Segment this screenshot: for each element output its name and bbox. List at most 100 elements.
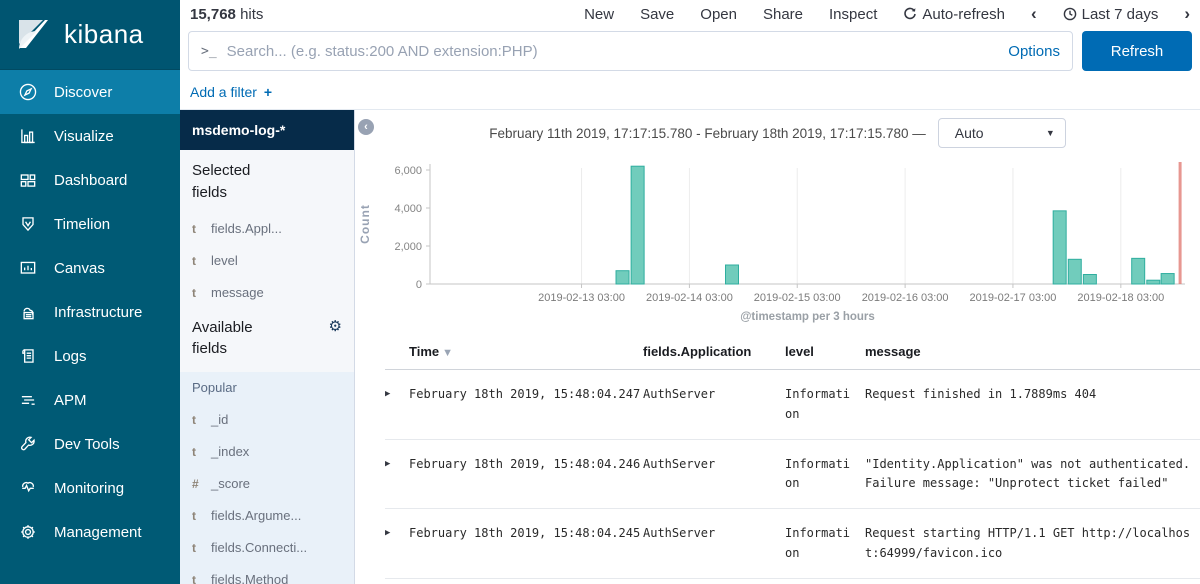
svg-text:Count: Count: [358, 204, 372, 244]
histogram-bar[interactable]: [1053, 211, 1066, 284]
field-item-fields-method[interactable]: tfields.Method: [192, 572, 342, 584]
cell-level: Information: [785, 524, 853, 564]
svg-text:2019-02-14 03:00: 2019-02-14 03:00: [646, 292, 733, 304]
svg-text:2019-02-18 03:00: 2019-02-18 03:00: [1077, 292, 1164, 304]
hits-label: hits: [240, 6, 263, 23]
timelion-icon: [18, 214, 38, 234]
sidebar-item-canvas[interactable]: Canvas: [0, 246, 180, 290]
histogram-bar[interactable]: [1083, 275, 1096, 285]
dashboard-grid-icon: [18, 170, 38, 190]
sidebar-item-label: Logs: [54, 348, 87, 365]
refresh-cycle-icon: [903, 7, 917, 21]
interval-select[interactable]: Auto ▼: [938, 118, 1066, 148]
field-item-_id[interactable]: t_id: [192, 412, 342, 427]
sidebar-item-dashboard[interactable]: Dashboard: [0, 158, 180, 202]
histogram-bar[interactable]: [616, 271, 629, 284]
table-body: ▶February 18th 2019, 15:48:04.247AuthSer…: [385, 370, 1200, 584]
kibana-wordmark: kibana: [64, 19, 144, 50]
histogram-chart[interactable]: 02,0004,0006,0002019-02-13 03:002019-02-…: [355, 154, 1200, 331]
collapse-sidebar-button[interactable]: ‹: [358, 119, 374, 135]
refresh-button[interactable]: Refresh: [1082, 31, 1192, 71]
column-level[interactable]: level: [785, 344, 865, 359]
field-item-fields-appl-[interactable]: tfields.Appl...: [192, 221, 342, 236]
sidebar-item-infrastructure[interactable]: Infrastructure: [0, 290, 180, 334]
interval-value: Auto: [955, 125, 984, 141]
expand-row-icon[interactable]: ▶: [385, 455, 409, 472]
sidebar-item-timelion[interactable]: Timelion: [0, 202, 180, 246]
table-row[interactable]: ▶February 18th 2019, 15:48:04.245AuthSer…: [385, 579, 1200, 584]
search-input[interactable]: [227, 43, 999, 60]
table-row[interactable]: ▶February 18th 2019, 15:48:04.247AuthSer…: [385, 370, 1200, 440]
field-name: message: [211, 285, 264, 300]
sidebar-item-label: Management: [54, 524, 142, 541]
column-message[interactable]: message: [865, 344, 1200, 359]
time-prev-button[interactable]: ‹: [1031, 4, 1037, 24]
histogram-bar[interactable]: [726, 265, 739, 284]
field-type-icon: #: [192, 477, 202, 491]
sidebar-item-discover[interactable]: Discover: [0, 70, 180, 114]
options-link[interactable]: Options: [1008, 43, 1060, 60]
histogram-bar[interactable]: [1161, 274, 1174, 284]
chart-header: February 11th 2019, 17:17:15.780 - Febru…: [355, 118, 1200, 148]
column-time[interactable]: Time▼: [409, 344, 643, 359]
popular-title: Popular: [192, 380, 342, 395]
field-name: fields.Method: [211, 572, 288, 584]
inspect-menu-item[interactable]: Inspect: [829, 6, 877, 23]
add-filter-button[interactable]: Add a filter +: [190, 84, 272, 100]
table-row[interactable]: ▶February 18th 2019, 15:48:04.246AuthSer…: [385, 440, 1200, 510]
auto-refresh-label: Auto-refresh: [922, 6, 1005, 23]
sidebar-item-label: Dev Tools: [54, 436, 120, 453]
expand-row-icon[interactable]: ▶: [385, 385, 409, 402]
field-item-message[interactable]: tmessage: [192, 285, 342, 300]
sidebar-item-logs[interactable]: Logs: [0, 334, 180, 378]
table-row[interactable]: ▶February 18th 2019, 15:48:04.245AuthSer…: [385, 509, 1200, 579]
time-range-text: February 11th 2019, 17:17:15.780 - Febru…: [489, 126, 926, 141]
top-bar: 15,768 hits NewSaveOpenShareInspect Auto…: [180, 0, 1200, 28]
sidebar-item-monitoring[interactable]: Monitoring: [0, 466, 180, 510]
share-menu-item[interactable]: Share: [763, 6, 803, 23]
time-next-button[interactable]: ›: [1184, 4, 1190, 24]
field-name: _score: [211, 476, 250, 491]
search-box[interactable]: >_ Options: [188, 31, 1073, 71]
nav-items: Discover VisualizeDashboardTimelionCanvas…: [0, 70, 180, 554]
field-item-_score[interactable]: # _score: [192, 476, 342, 491]
add-filter-label: Add a filter: [190, 84, 257, 100]
chevron-down-icon: ▼: [1046, 128, 1055, 138]
sidebar-item-management[interactable]: Management: [0, 510, 180, 554]
field-name: _id: [211, 412, 228, 427]
field-name: _index: [211, 444, 249, 459]
histogram-bar[interactable]: [1132, 258, 1145, 284]
sidebar-item-visualize[interactable]: Visualize: [0, 114, 180, 158]
auto-refresh-button[interactable]: Auto-refresh: [903, 6, 1005, 23]
cell-application: AuthServer: [643, 455, 785, 475]
sidebar-item-dev-tools[interactable]: Dev Tools: [0, 422, 180, 466]
open-menu-item[interactable]: Open: [700, 6, 737, 23]
cell-time: February 18th 2019, 15:48:04.245: [409, 524, 643, 544]
histogram-bar[interactable]: [1068, 259, 1081, 284]
sort-desc-icon[interactable]: ▼: [442, 347, 453, 359]
plus-icon: +: [264, 84, 272, 100]
histogram-bar[interactable]: [1147, 280, 1160, 284]
time-range-button[interactable]: Last 7 days: [1063, 6, 1159, 23]
sidebar-item-label: Discover: [54, 84, 112, 101]
sidebar-item-apm[interactable]: APM: [0, 378, 180, 422]
index-pattern-selector[interactable]: msdemo-log-*: [180, 110, 354, 150]
save-menu-item[interactable]: Save: [640, 6, 674, 23]
field-item-level[interactable]: tlevel: [192, 253, 342, 268]
column-application[interactable]: fields.Application: [643, 344, 785, 359]
cell-application: AuthServer: [643, 524, 785, 544]
new-menu-item[interactable]: New: [584, 6, 614, 23]
sidebar-item-label: APM: [54, 392, 87, 409]
field-settings-gear-icon[interactable]: ⚙: [329, 317, 342, 361]
logs-icon: [18, 346, 38, 366]
expand-row-icon[interactable]: ▶: [385, 524, 409, 541]
field-item-_index[interactable]: t_index: [192, 444, 342, 459]
svg-text:2019-02-13 03:00: 2019-02-13 03:00: [538, 292, 625, 304]
cell-message: Request starting HTTP/1.1 GET http://loc…: [865, 524, 1200, 564]
canvas-icon: [18, 258, 38, 278]
kibana-logo[interactable]: kibana: [0, 0, 180, 70]
histogram-bar[interactable]: [631, 166, 644, 284]
apm-icon: [18, 390, 38, 410]
field-item-fields-argume-[interactable]: tfields.Argume...: [192, 508, 342, 523]
field-item-fields-connecti-[interactable]: tfields.Connecti...: [192, 540, 342, 555]
